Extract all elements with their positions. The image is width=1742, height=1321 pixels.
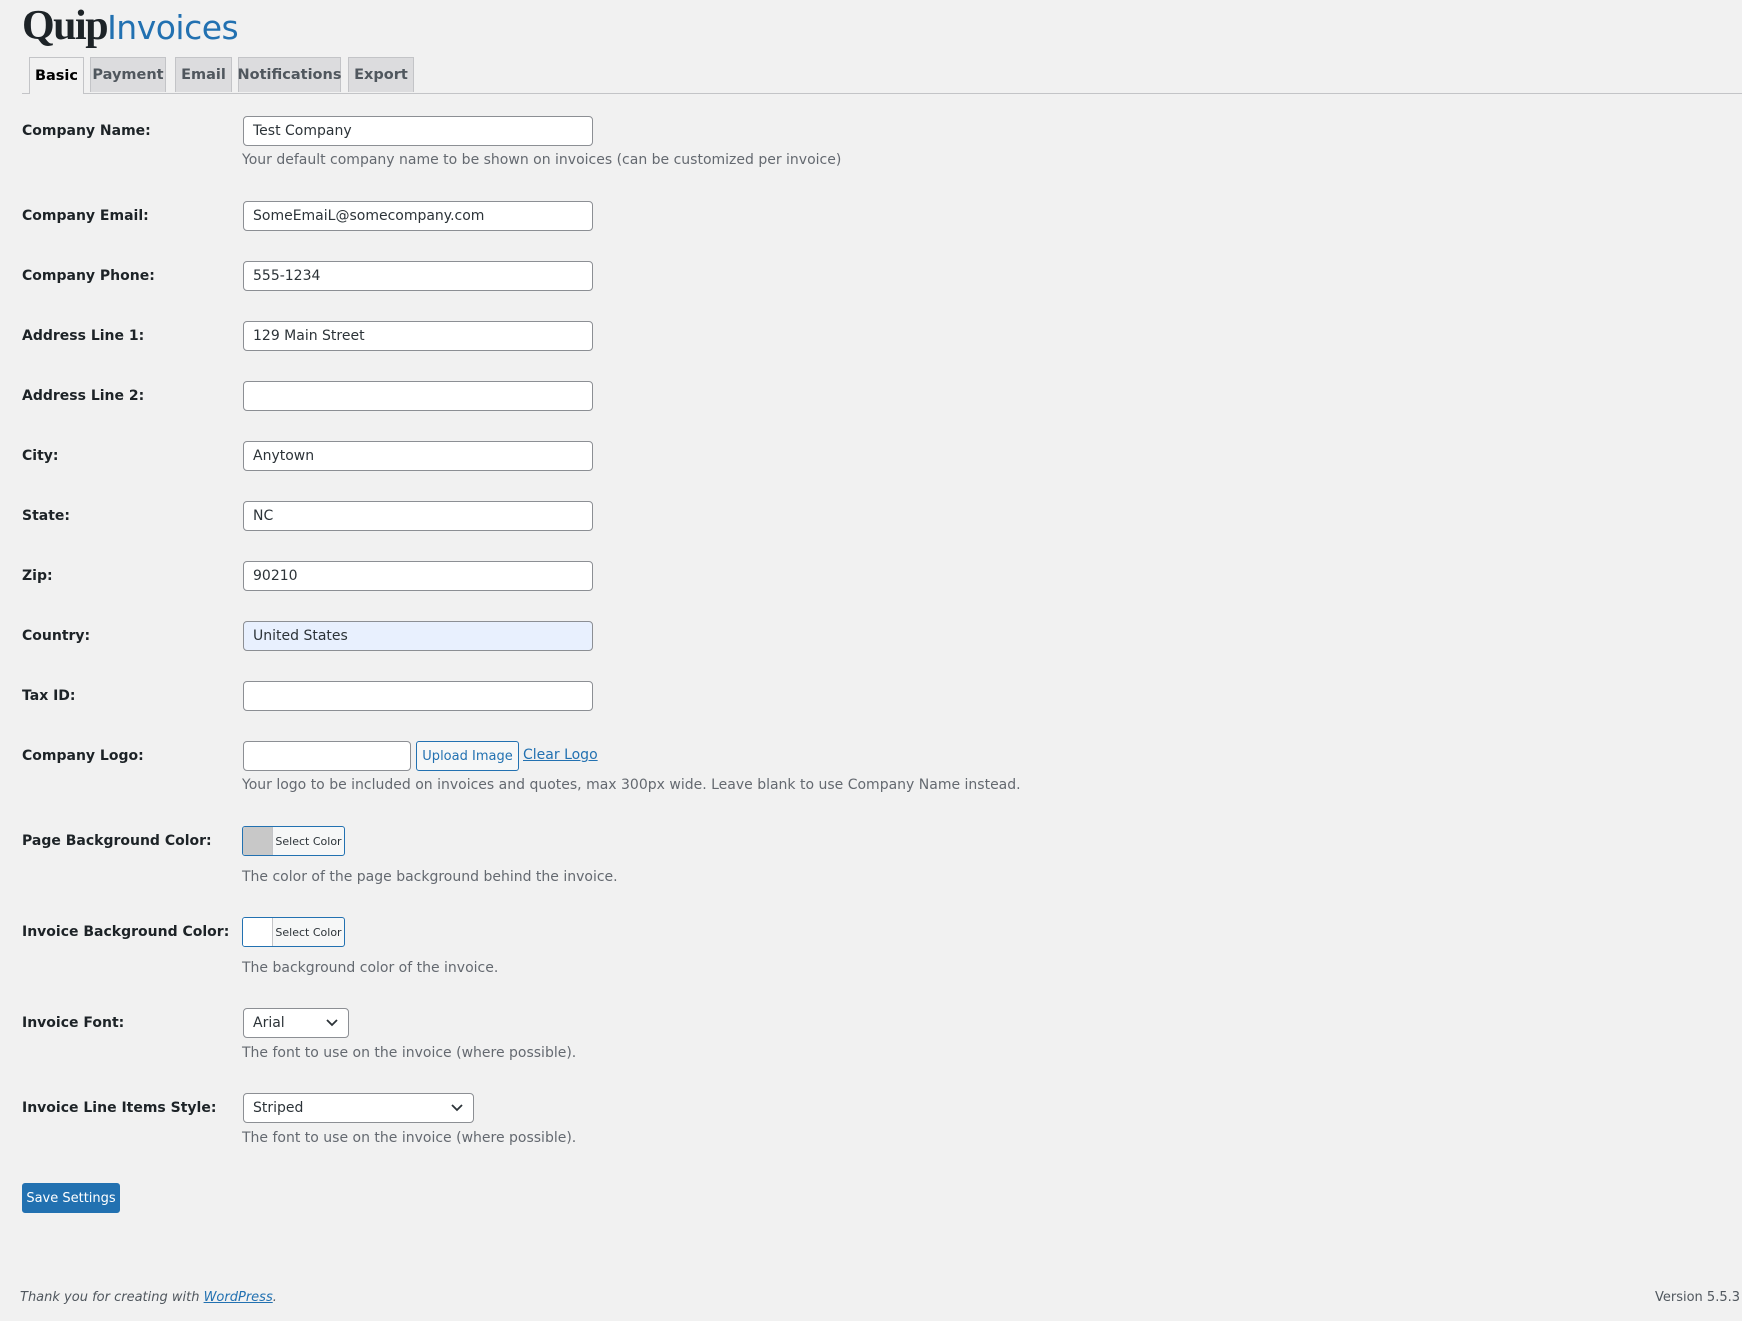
tab-email[interactable]: Email [175,57,232,92]
upload-image-button[interactable]: Upload Image [416,741,519,771]
invoice-font-select[interactable]: Arial [243,1008,349,1038]
invoice-font-value: Arial [253,1015,285,1031]
tab-payment[interactable]: Payment [90,57,166,92]
chevron-down-icon [450,1101,464,1115]
logo-text-quip: Quip [22,3,109,49]
company-email-input[interactable]: SomeEmaiL@somecompany.com [243,201,593,231]
invoice-bg-color-label: Invoice Background Color: [22,924,230,940]
settings-tabs: Basic Payment Email Notifications Export [22,57,1742,94]
line-items-style-value: Striped [253,1100,304,1116]
chevron-down-icon [325,1016,339,1030]
invoice-bg-select-color-label: Select Color [275,925,342,939]
company-logo-label: Company Logo: [22,748,144,764]
tax-id-label: Tax ID: [22,688,76,704]
state-input[interactable]: NC [243,501,593,531]
invoice-bg-color-swatch [243,918,273,946]
tab-notifications[interactable]: Notifications [238,57,341,92]
footer-thanks: Thank you for creating with WordPress. [20,1290,277,1305]
company-name-input[interactable]: Test Company [243,116,593,146]
line-items-style-description: The font to use on the invoice (where po… [242,1130,577,1146]
address-line2-input[interactable] [243,381,593,411]
wordpress-link[interactable]: WordPress [204,1290,273,1305]
company-name-label: Company Name: [22,123,151,139]
invoice-bg-color-picker[interactable]: Select Color [242,917,345,947]
clear-logo-link[interactable]: Clear Logo [523,747,598,763]
company-name-description: Your default company name to be shown on… [242,152,842,168]
company-email-label: Company Email: [22,208,149,224]
invoice-font-label: Invoice Font: [22,1015,125,1031]
invoice-font-description: The font to use on the invoice (where po… [242,1045,577,1061]
tab-export[interactable]: Export [348,57,414,92]
page-bg-color-description: The color of the page background behind … [242,869,618,885]
company-phone-label: Company Phone: [22,268,155,284]
page-bg-color-picker[interactable]: Select Color [242,826,345,856]
line-items-style-label: Invoice Line Items Style: [22,1100,217,1116]
tab-basic[interactable]: Basic [29,57,84,94]
city-label: City: [22,448,59,464]
address-line1-input[interactable]: 129 Main Street [243,321,593,351]
company-phone-input[interactable]: 555-1234 [243,261,593,291]
company-logo-input[interactable] [243,741,411,771]
app-logo: QuipInvoices [22,2,239,50]
zip-label: Zip: [22,568,53,584]
country-label: Country: [22,628,91,644]
invoice-bg-color-description: The background color of the invoice. [242,960,499,976]
footer-text: Thank you for creating with [20,1290,204,1305]
tax-id-input[interactable] [243,681,593,711]
page-bg-select-color-label: Select Color [275,834,342,848]
address-line2-label: Address Line 2: [22,388,145,404]
page-bg-color-label: Page Background Color: [22,833,212,849]
version-text: Version 5.5.3 [1654,1290,1740,1305]
page-bg-color-swatch [243,827,273,855]
save-settings-button[interactable]: Save Settings [22,1183,120,1213]
zip-input[interactable]: 90210 [243,561,593,591]
city-input[interactable]: Anytown [243,441,593,471]
country-input[interactable]: United States [243,621,593,651]
state-label: State: [22,508,71,524]
company-logo-description: Your logo to be included on invoices and… [242,777,1021,793]
footer-text-end: . [272,1290,277,1305]
line-items-style-select[interactable]: Striped [243,1093,474,1123]
address-line1-label: Address Line 1: [22,328,145,344]
logo-text-invoices: Invoices [107,8,239,47]
